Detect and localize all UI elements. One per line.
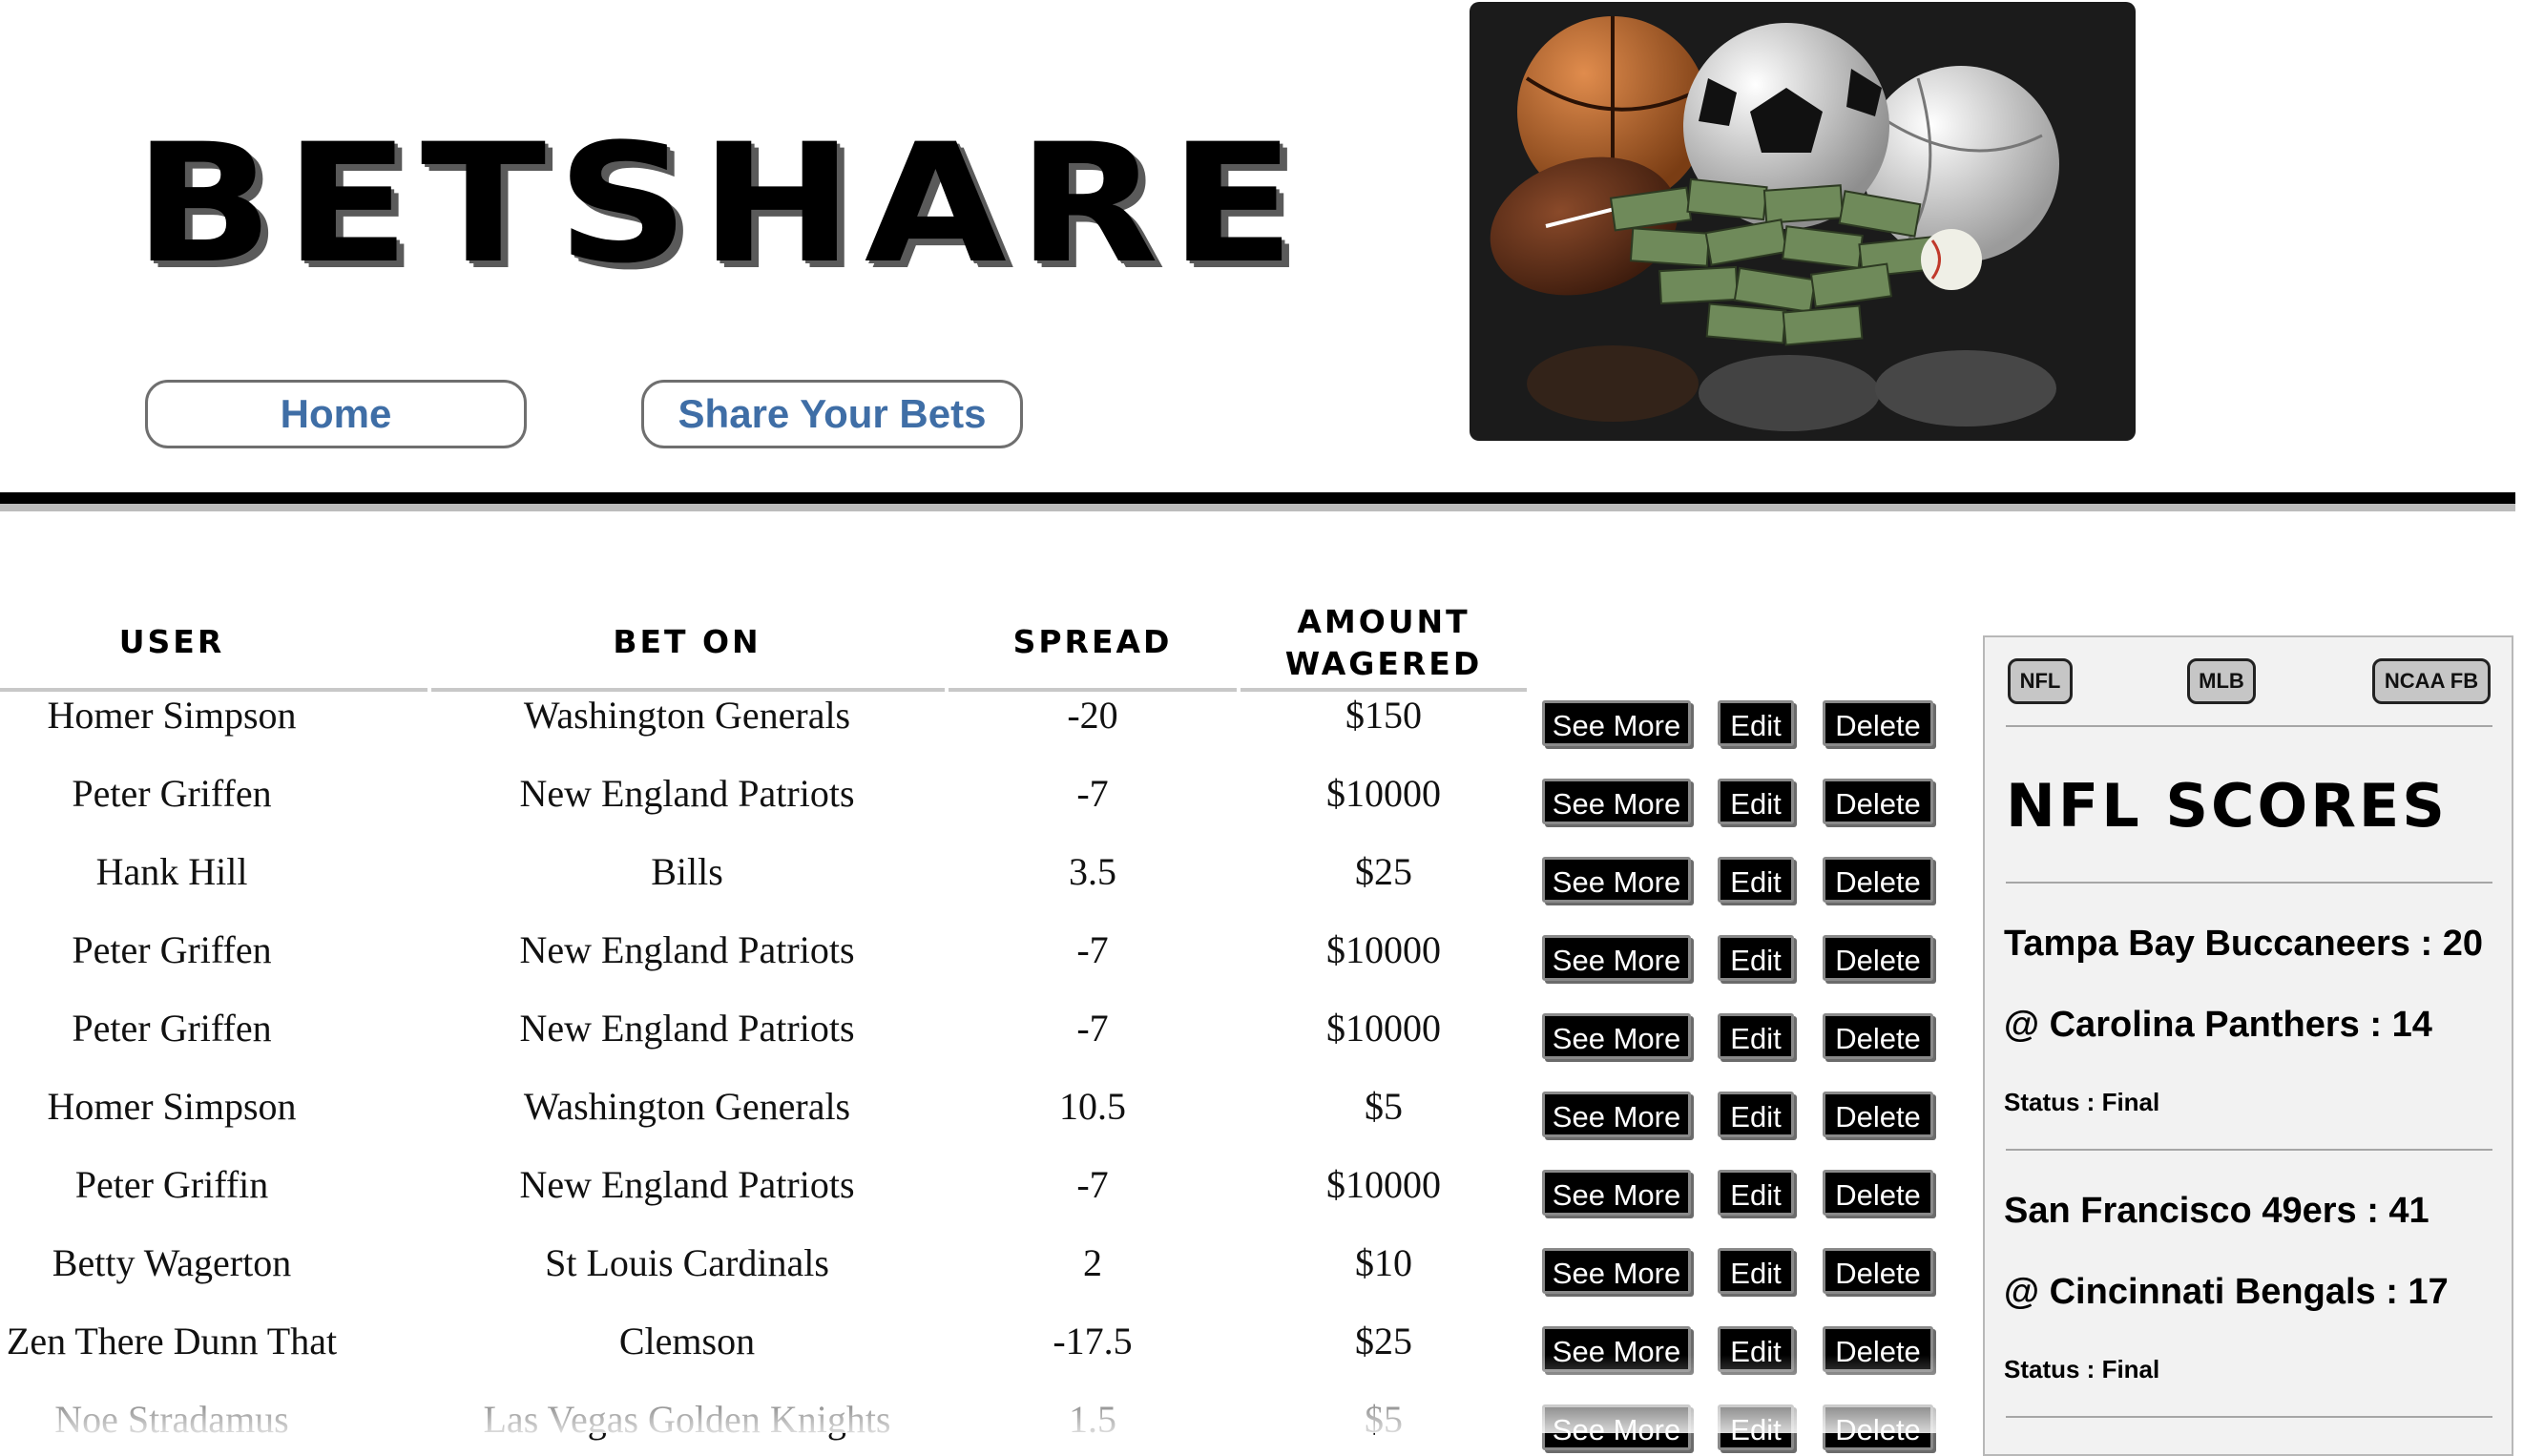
- see-more-button[interactable]: See More: [1542, 1013, 1691, 1059]
- game-status: Status : Final: [2004, 1355, 2160, 1383]
- cell-bet-on: Clemson: [618, 1320, 756, 1362]
- cell-spread: 2: [1083, 1241, 1102, 1284]
- delete-button[interactable]: Delete: [1823, 1248, 1933, 1294]
- cell-bet-on: New England Patriots: [519, 928, 855, 971]
- cell-spread: -7: [1076, 1163, 1109, 1206]
- sports-money-illustration: [1490, 16, 2059, 431]
- scores-title: NFL SCORES: [2006, 771, 2448, 841]
- cell-bet-on: New England Patriots: [519, 1163, 855, 1206]
- edit-button[interactable]: Edit: [1718, 1092, 1794, 1137]
- cell-bet-on: Washington Generals: [523, 694, 851, 737]
- game-home-team: San Francisco 49ers : 41: [2004, 1191, 2429, 1231]
- edit-button[interactable]: Edit: [1718, 779, 1794, 824]
- header-rule: [431, 688, 945, 692]
- header-amount-wagered: AMOUNT WAGERED: [1284, 603, 1483, 682]
- cell-amount: $10000: [1326, 1163, 1441, 1206]
- header-rule: [949, 688, 1237, 692]
- cell-bet-on: St Louis Cardinals: [545, 1241, 829, 1284]
- see-more-button[interactable]: See More: [1542, 857, 1691, 903]
- see-more-button[interactable]: See More: [1542, 1248, 1691, 1294]
- cell-user: Hank Hill: [95, 850, 248, 893]
- cell-spread: 3.5: [1069, 850, 1116, 893]
- game-away-team: @ Carolina Panthers : 14: [2004, 1005, 2432, 1045]
- tab-ncaa-fb[interactable]: NCAA FB: [2372, 658, 2491, 704]
- delete-button[interactable]: Delete: [1823, 1092, 1933, 1137]
- cell-spread: -7: [1076, 928, 1109, 971]
- cell-spread: -17.5: [1053, 1320, 1133, 1362]
- cell-amount: $10000: [1326, 772, 1441, 815]
- cell-spread: -7: [1076, 772, 1109, 815]
- see-more-button[interactable]: See More: [1542, 700, 1691, 746]
- delete-button[interactable]: Delete: [1823, 1404, 1933, 1450]
- panel-divider: [2006, 882, 2492, 884]
- see-more-button[interactable]: See More: [1542, 1404, 1691, 1450]
- sports-money-image: [1470, 2, 2136, 441]
- cell-spread: -7: [1076, 1007, 1109, 1050]
- cell-user: Betty Wagerton: [52, 1241, 292, 1284]
- delete-button[interactable]: Delete: [1823, 700, 1933, 746]
- cell-amount: $25: [1355, 1320, 1412, 1362]
- home-button[interactable]: Home: [145, 380, 527, 448]
- game-away-team: @ Cincinnati Bengals : 17: [2004, 1272, 2449, 1312]
- edit-button[interactable]: Edit: [1718, 1404, 1794, 1450]
- edit-button[interactable]: Edit: [1718, 857, 1794, 903]
- edit-button[interactable]: Edit: [1718, 1326, 1794, 1372]
- edit-button[interactable]: Edit: [1718, 1170, 1794, 1216]
- header-rule: [1241, 688, 1527, 692]
- cell-bet-on: Bills: [651, 850, 723, 893]
- header-bet-on: BET ON: [613, 623, 761, 660]
- cell-spread: 1.5: [1069, 1398, 1116, 1441]
- panel-divider: [2006, 1416, 2492, 1418]
- cell-user: Peter Griffen: [72, 1007, 272, 1050]
- tab-mlb[interactable]: MLB: [2187, 658, 2256, 704]
- cell-user: Homer Simpson: [47, 694, 297, 737]
- header-spread: SPREAD: [1012, 623, 1173, 660]
- cell-bet-on: New England Patriots: [519, 772, 855, 815]
- panel-divider: [2006, 725, 2492, 727]
- see-more-button[interactable]: See More: [1542, 1170, 1691, 1216]
- cell-amount: $5: [1365, 1398, 1403, 1441]
- cell-user: Peter Griffin: [74, 1163, 269, 1206]
- game-status: Status : Final: [2004, 1088, 2160, 1116]
- scores-panel: NFL MLB NCAA FB NFL SCORES Tampa Bay Buc…: [1983, 635, 2513, 1456]
- edit-button[interactable]: Edit: [1718, 700, 1794, 746]
- delete-button[interactable]: Delete: [1823, 935, 1933, 981]
- delete-button[interactable]: Delete: [1823, 1170, 1933, 1216]
- see-more-button[interactable]: See More: [1542, 1326, 1691, 1372]
- cell-amount: $150: [1345, 694, 1422, 737]
- cell-user: Homer Simpson: [47, 1085, 297, 1128]
- edit-button[interactable]: Edit: [1718, 1248, 1794, 1294]
- cell-spread: -20: [1067, 694, 1118, 737]
- game-home-team: Tampa Bay Buccaneers : 20: [2004, 924, 2483, 964]
- tab-nfl[interactable]: NFL: [2008, 658, 2073, 704]
- see-more-button[interactable]: See More: [1542, 935, 1691, 981]
- cell-bet-on: Washington Generals: [523, 1085, 851, 1128]
- delete-button[interactable]: Delete: [1823, 1013, 1933, 1059]
- delete-button[interactable]: Delete: [1823, 1326, 1933, 1372]
- cell-user: Peter Griffen: [72, 928, 272, 971]
- cell-amount: $10000: [1326, 928, 1441, 971]
- app-logo: BETSHARE: [134, 108, 1306, 300]
- cell-bet-on: New England Patriots: [519, 1007, 855, 1050]
- share-your-bets-button[interactable]: Share Your Bets: [641, 380, 1023, 448]
- cell-user: Peter Griffen: [72, 772, 272, 815]
- panel-divider: [2006, 1149, 2492, 1151]
- header-divider: [0, 492, 2515, 511]
- cell-spread: 10.5: [1059, 1085, 1126, 1128]
- edit-button[interactable]: Edit: [1718, 935, 1794, 981]
- cell-amount: $10: [1355, 1241, 1412, 1284]
- see-more-button[interactable]: See More: [1542, 1092, 1691, 1137]
- header-user: USER: [118, 623, 225, 660]
- edit-button[interactable]: Edit: [1718, 1013, 1794, 1059]
- see-more-button[interactable]: See More: [1542, 779, 1691, 824]
- delete-button[interactable]: Delete: [1823, 857, 1933, 903]
- header-rule: [0, 688, 427, 692]
- cell-user: Zen There Dunn That: [6, 1320, 338, 1362]
- cell-bet-on: Las Vegas Golden Knights: [483, 1398, 891, 1441]
- cell-user: Noe Stradamus: [54, 1398, 289, 1441]
- cell-amount: $10000: [1326, 1007, 1441, 1050]
- delete-button[interactable]: Delete: [1823, 779, 1933, 824]
- cell-amount: $5: [1365, 1085, 1403, 1128]
- cell-amount: $25: [1355, 850, 1412, 893]
